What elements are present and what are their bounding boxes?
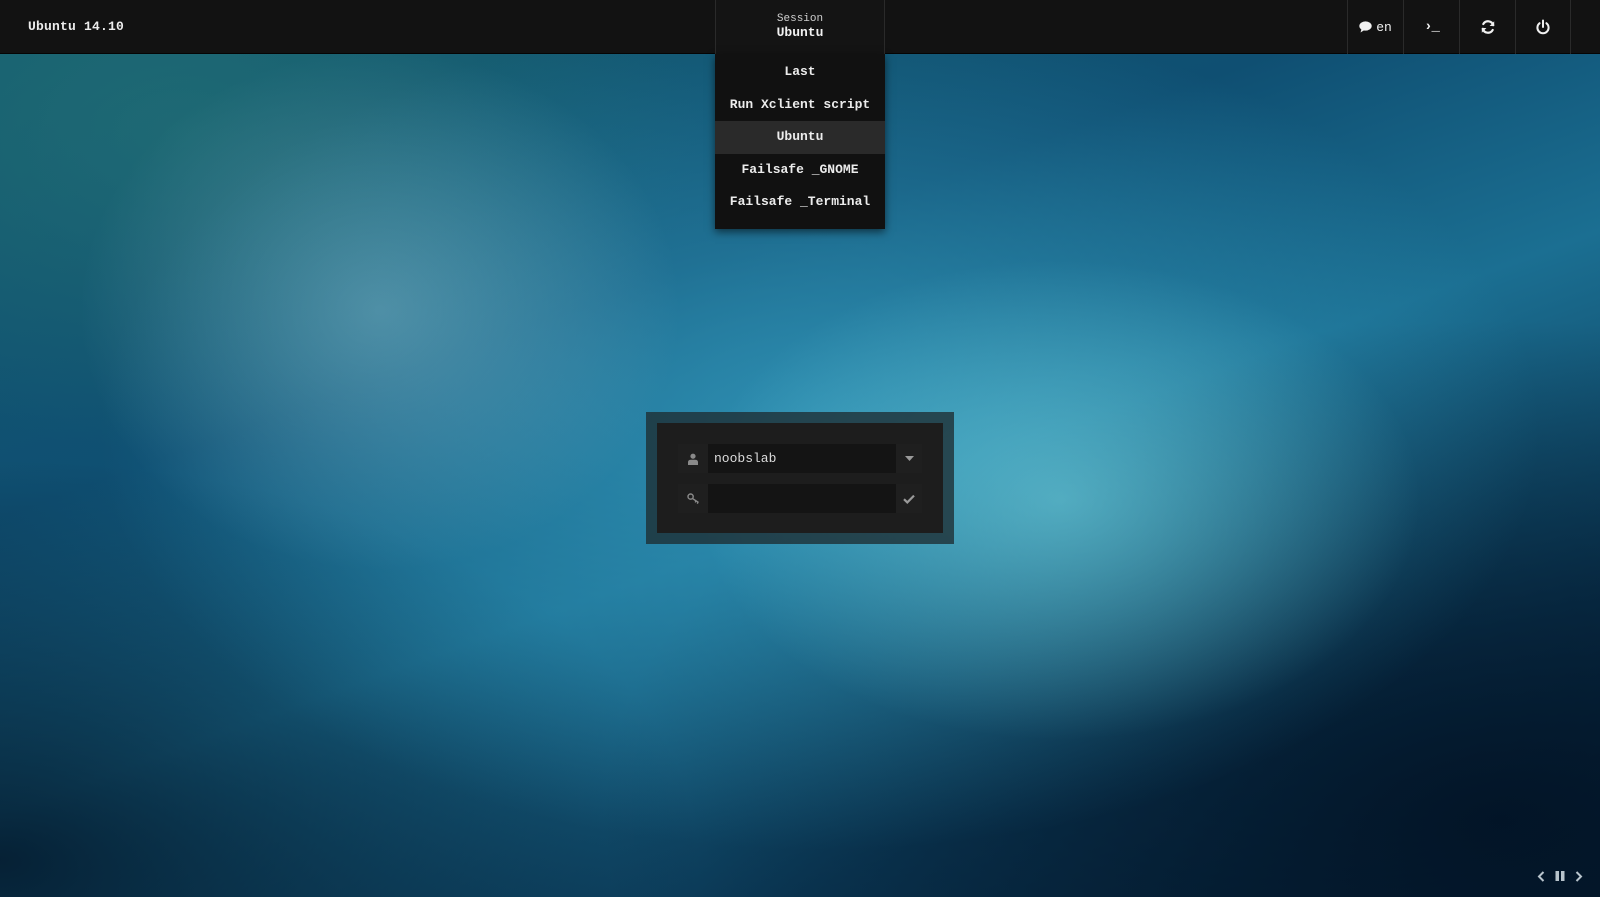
session-option-xclient[interactable]: Run Xclient script <box>715 89 885 122</box>
session-option-ubuntu[interactable]: Ubuntu <box>715 121 885 154</box>
user-dropdown-button[interactable] <box>896 444 922 473</box>
key-icon <box>678 484 708 513</box>
terminal-button[interactable]: ›_ <box>1403 0 1459 54</box>
refresh-button[interactable] <box>1459 0 1515 54</box>
slideshow-controls <box>1534 868 1586 884</box>
slideshow-next-button[interactable] <box>1572 869 1586 883</box>
power-icon <box>1536 19 1550 35</box>
session-option-failsafe-terminal[interactable]: Failsafe _Terminal <box>715 186 885 219</box>
refresh-icon <box>1481 20 1494 34</box>
top-panel: Ubuntu 14.10 Session Ubuntu en ›_ <box>0 0 1600 54</box>
session-option-failsafe-gnome[interactable]: Failsafe _GNOME <box>715 154 885 187</box>
checkmark-icon <box>903 494 915 504</box>
username-field <box>678 444 922 473</box>
login-panel <box>657 423 943 533</box>
session-menu: Last Run Xclient script Ubuntu Failsafe … <box>715 54 885 229</box>
login-box <box>646 412 954 544</box>
language-button[interactable]: en <box>1347 0 1403 54</box>
session-option-last[interactable]: Last <box>715 56 885 89</box>
distro-label: Ubuntu 14.10 <box>28 19 125 34</box>
session-selector[interactable]: Session Ubuntu <box>715 0 885 54</box>
language-label: en <box>1376 19 1392 35</box>
terminal-prompt-icon: ›_ <box>1424 19 1440 35</box>
pause-icon <box>1555 871 1565 881</box>
chevron-right-icon <box>1575 870 1583 882</box>
login-submit-button[interactable] <box>896 484 922 513</box>
password-field <box>678 484 922 513</box>
caret-down-icon <box>904 456 914 461</box>
session-current-value: Ubuntu <box>776 25 824 40</box>
chevron-left-icon <box>1537 870 1545 882</box>
slideshow-prev-button[interactable] <box>1534 869 1548 883</box>
slideshow-pause-button[interactable] <box>1553 869 1567 883</box>
user-icon <box>678 444 708 473</box>
speech-bubble-icon <box>1359 21 1372 33</box>
password-input[interactable] <box>708 484 896 513</box>
power-button[interactable] <box>1515 0 1571 54</box>
session-caption: Session <box>776 13 824 25</box>
username-input[interactable] <box>708 444 896 473</box>
